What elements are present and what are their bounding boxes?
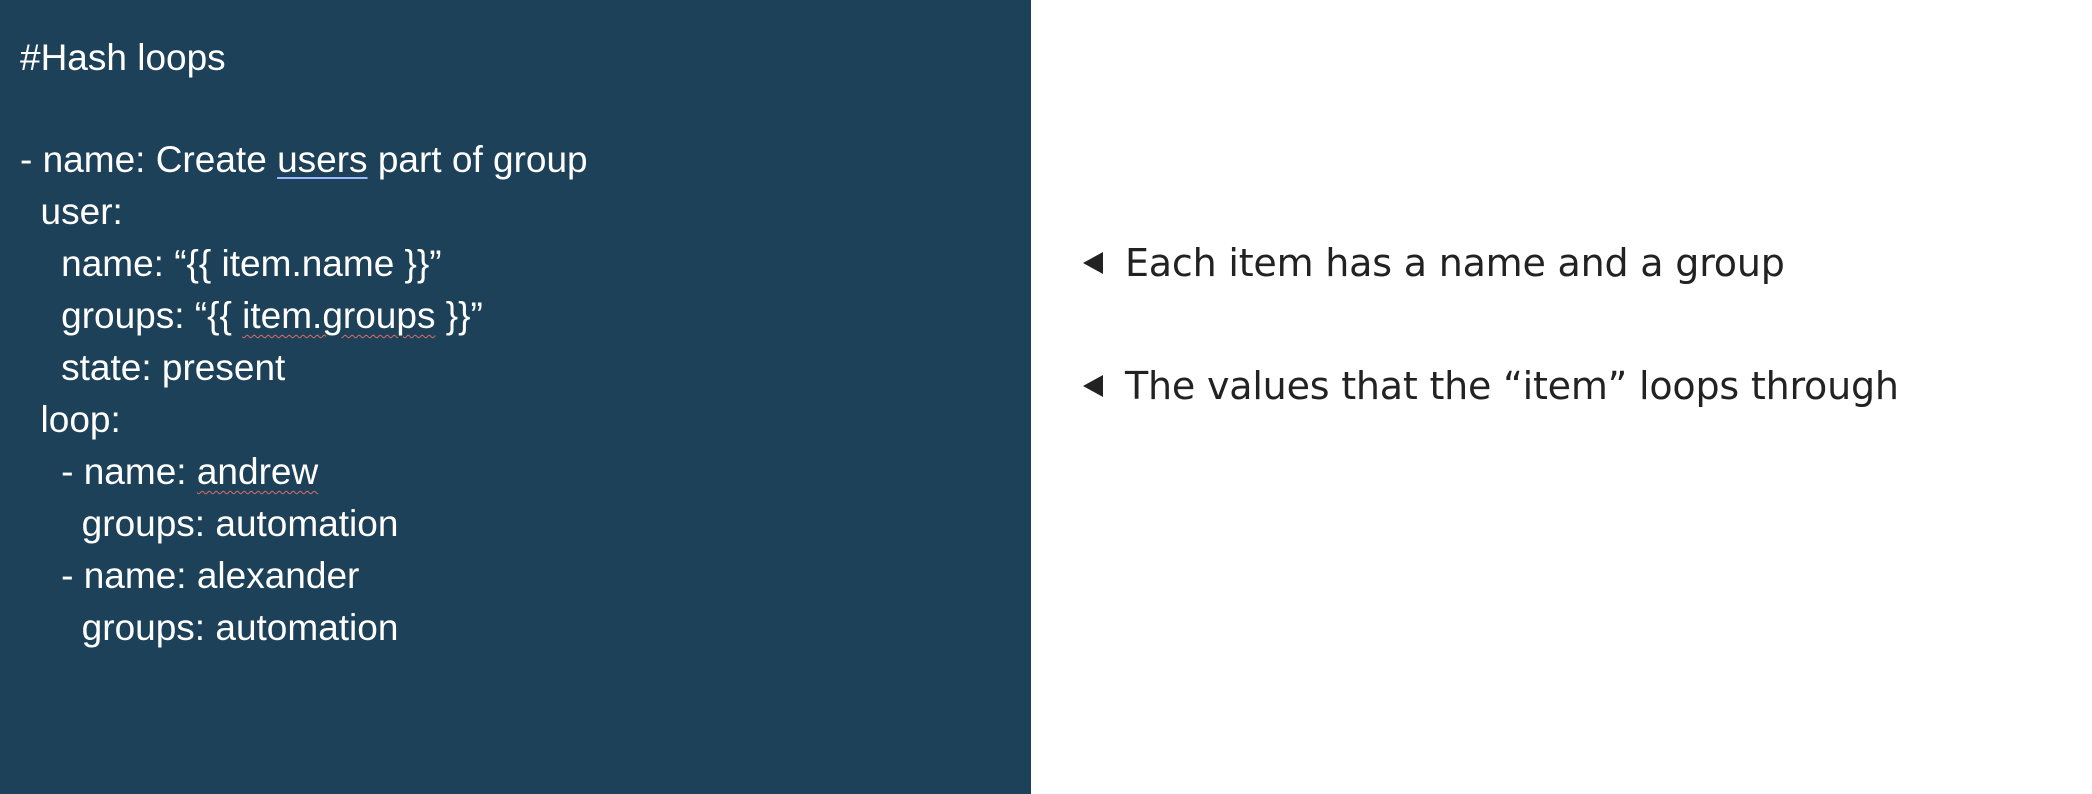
code-line-loop-item-2-groups: groups: automation xyxy=(20,607,399,648)
code-line-loop-item-1-groups: groups: automation xyxy=(20,503,399,544)
code-text: - name: xyxy=(20,451,197,492)
note-text: The values that the “item” loops through xyxy=(1125,364,1899,408)
code-line-task-name: - name: Create users part of group xyxy=(20,138,588,182)
note-item: Each item has a name and a group xyxy=(1083,240,1785,286)
left-triangle-arrow-icon xyxy=(1083,252,1103,274)
code-line-state: state: present xyxy=(20,347,286,388)
code-text: - name: Create xyxy=(20,139,278,180)
code-line-user-groups: groups: “{{ item.groups }}” xyxy=(20,294,483,338)
underlined-word: users xyxy=(277,139,368,180)
code-line-loop-item-1-name: - name: andrew xyxy=(20,450,318,494)
note-item: The values that the “item” loops through xyxy=(1083,363,1899,409)
code-line-loop-item-2-name: - name: alexander xyxy=(20,555,360,596)
code-panel: #Hash loops - name: Create users part of… xyxy=(0,0,1031,794)
spellcheck-word: item.groups xyxy=(242,295,436,336)
code-line-user: user: xyxy=(20,191,123,232)
code-text: groups: “{{ xyxy=(20,295,243,336)
code-line-user-name: name: “{{ item.name }}” xyxy=(20,243,442,284)
code-line-loop: loop: xyxy=(20,399,121,440)
code-text: }}” xyxy=(435,295,483,336)
slide: #Hash loops - name: Create users part of… xyxy=(0,0,2092,794)
annotation-notes: Each item has a name and a group The val… xyxy=(1083,0,2063,794)
spellcheck-word: andrew xyxy=(196,451,319,492)
note-text: Each item has a name and a group xyxy=(1125,241,1785,285)
code-text: part of group xyxy=(367,139,588,180)
left-triangle-arrow-icon xyxy=(1083,375,1103,397)
code-heading: #Hash loops xyxy=(20,37,226,78)
